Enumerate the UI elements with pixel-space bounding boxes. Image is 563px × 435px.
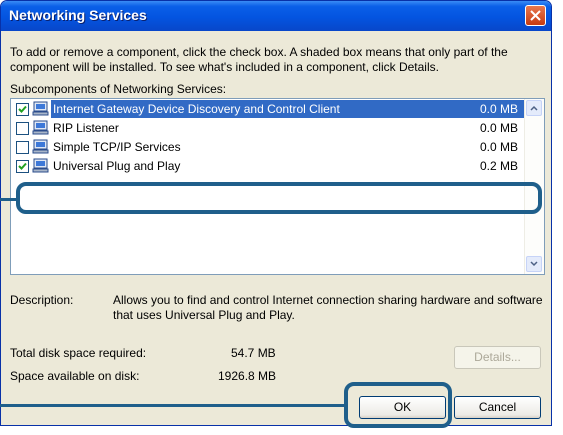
callout-highlight-ok	[344, 382, 452, 428]
component-name: Internet Gateway Device Discovery and Co…	[51, 101, 342, 117]
component-size: 0.0 MB	[479, 102, 518, 116]
details-button[interactable]: Details...	[454, 346, 541, 369]
list-item-simple-tcpip[interactable]: Simple TCP/IP Services 0.0 MB	[11, 138, 524, 157]
callout-highlight-upnp	[16, 182, 542, 214]
window-title: Networking Services	[9, 7, 147, 23]
close-button[interactable]	[525, 5, 546, 26]
list-item-igd-client[interactable]: Internet Gateway Device Discovery and Co…	[11, 100, 524, 119]
component-name: Simple TCP/IP Services	[53, 140, 181, 154]
network-component-icon	[32, 158, 49, 173]
description-text: Allows you to find and control Internet …	[113, 293, 543, 322]
intro-text: To add or remove a component, click the …	[10, 45, 508, 74]
network-component-icon	[32, 139, 49, 154]
network-component-icon	[32, 101, 49, 116]
title-bar[interactable]: Networking Services	[1, 1, 551, 31]
checkbox-rip-listener[interactable]	[16, 122, 29, 135]
subcomponents-label: Subcomponents of Networking Services:	[10, 82, 227, 96]
list-item-rip-listener[interactable]: RIP Listener 0.0 MB	[11, 119, 524, 138]
component-size: 0.2 MB	[479, 159, 518, 173]
scroll-up-button[interactable]	[526, 100, 542, 116]
component-name: RIP Listener	[53, 121, 119, 135]
callout-pointer-line	[0, 198, 16, 201]
disk-required-value: 54.7 MB	[231, 346, 276, 360]
description-label: Description:	[10, 293, 74, 307]
network-component-icon	[32, 120, 49, 135]
chevron-down-icon	[530, 261, 538, 267]
disk-required-label: Total disk space required:	[10, 346, 147, 360]
scroll-down-button[interactable]	[526, 256, 542, 272]
checkmark-icon	[18, 162, 27, 170]
component-size: 0.0 MB	[479, 140, 518, 154]
chevron-up-icon	[530, 105, 538, 111]
list-item-upnp[interactable]: Universal Plug and Play 0.2 MB	[11, 157, 524, 176]
callout-pointer-line	[0, 404, 344, 407]
checkmark-icon	[18, 105, 27, 113]
checkbox-upnp[interactable]	[16, 160, 29, 173]
cancel-button[interactable]: Cancel	[454, 396, 541, 419]
component-size: 0.0 MB	[479, 121, 518, 135]
disk-available-label: Space available on disk:	[10, 369, 140, 383]
checkbox-simple-tcpip[interactable]	[16, 141, 29, 154]
close-icon	[530, 10, 541, 21]
disk-available-value: 1926.8 MB	[218, 369, 277, 383]
checkbox-igd-client[interactable]	[16, 103, 29, 116]
component-name: Universal Plug and Play	[53, 159, 181, 173]
